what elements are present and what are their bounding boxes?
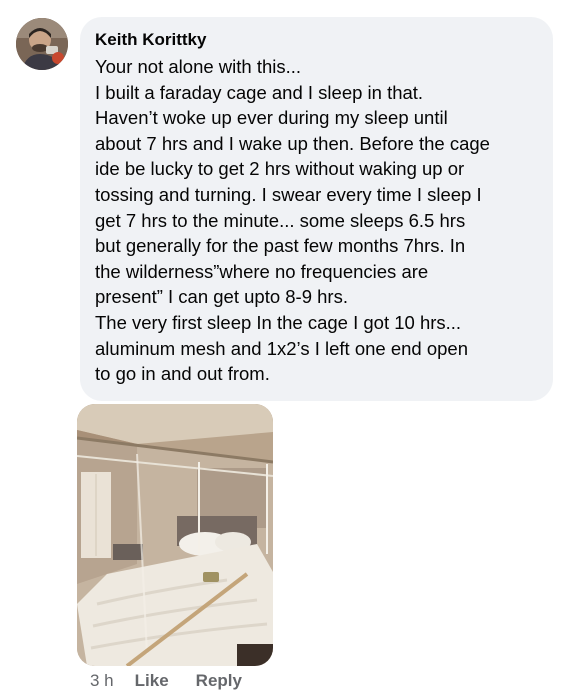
comment-line: tossing and turning. I swear every time … xyxy=(95,183,482,205)
comment-line: Your not alone with this... xyxy=(95,56,302,77)
reply-button[interactable]: Reply xyxy=(196,671,242,691)
comment-text: Your not alone with this... I built a fa… xyxy=(95,54,537,387)
comment-line: The very first sleep In the cage I got 1… xyxy=(95,311,462,333)
comment-line: present” I can get upto 8-9 hrs. xyxy=(95,286,348,308)
comment-line: but generally for the past few months 7h… xyxy=(95,235,466,257)
comment-timestamp[interactable]: 3 h xyxy=(90,671,114,691)
comment-bubble: Keith Korittky Your not alone with this.… xyxy=(80,17,553,401)
author-name[interactable]: Keith Korittky xyxy=(95,29,537,51)
comment-line: ide be lucky to get 2 hrs without waking… xyxy=(95,158,465,180)
comment-line: about 7 hrs and I wake up then. Before t… xyxy=(95,132,490,154)
comment-line: Haven’t woke up ever during my sleep unt… xyxy=(95,107,448,129)
comment-line: get 7 hrs to the minute... some sleeps 6… xyxy=(95,209,466,231)
comment-actions: 3 h Like Reply xyxy=(90,669,269,693)
comment-line: the wilderness”where no frequencies are xyxy=(95,260,429,282)
attached-photo[interactable] xyxy=(77,404,273,666)
comment-line: to go in and out from. xyxy=(95,363,270,385)
comment-line: I built a faraday cage and I sleep in th… xyxy=(95,81,424,103)
author-avatar[interactable] xyxy=(16,18,68,70)
like-button[interactable]: Like xyxy=(135,671,169,691)
comment-line: aluminum mesh and 1x2’s I left one end o… xyxy=(95,337,468,359)
